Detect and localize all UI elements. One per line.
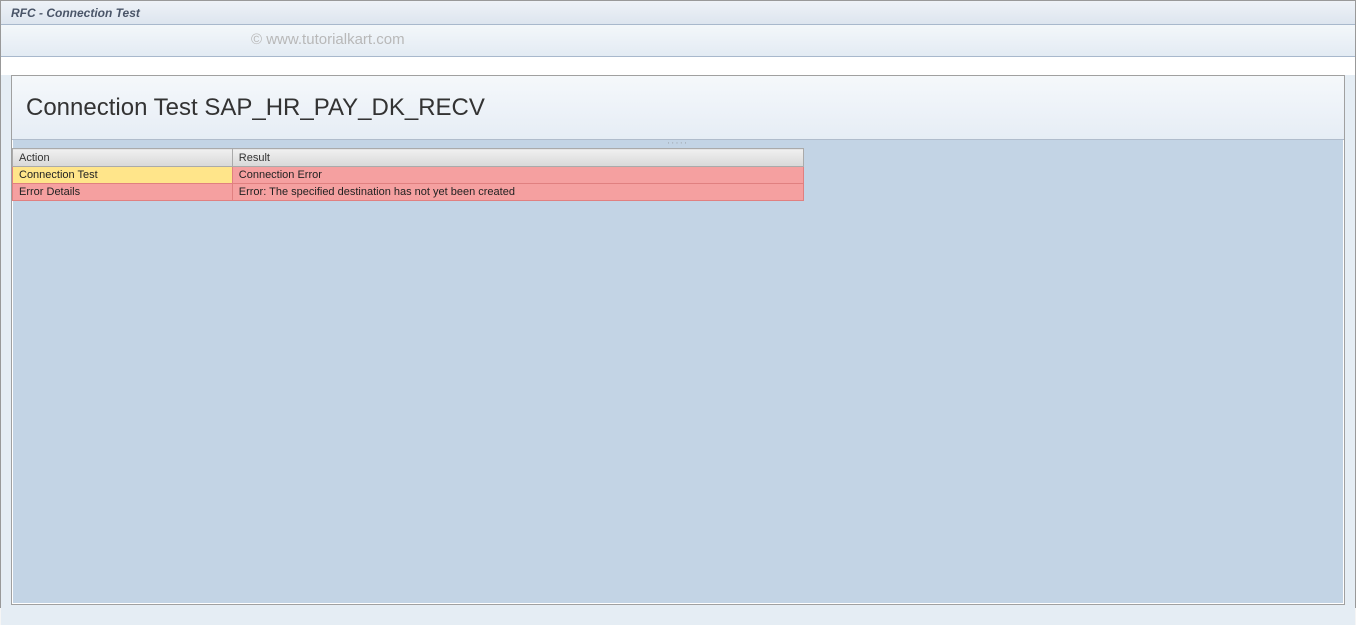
title-bar: RFC - Connection Test	[1, 1, 1355, 25]
panel-header: Connection Test SAP_HR_PAY_DK_RECV	[12, 76, 1344, 140]
app-window: RFC - Connection Test © www.tutorialkart…	[0, 0, 1356, 608]
cell-result: Error: The specified destination has not…	[232, 184, 803, 201]
panel-heading: Connection Test SAP_HR_PAY_DK_RECV	[26, 94, 485, 122]
cell-action: Connection Test	[13, 167, 233, 184]
watermark-text: © www.tutorialkart.com	[251, 31, 405, 48]
splitter-handle[interactable]: ∙∙∙∙∙	[12, 140, 1344, 148]
cell-action: Error Details	[13, 184, 233, 201]
cell-result: Connection Error	[232, 167, 803, 184]
header-result[interactable]: Result	[232, 149, 803, 167]
table-row[interactable]: Error Details Error: The specified desti…	[13, 184, 804, 201]
toolbar: © www.tutorialkart.com	[1, 25, 1355, 57]
header-action[interactable]: Action	[13, 149, 233, 167]
main-panel: Connection Test SAP_HR_PAY_DK_RECV ∙∙∙∙∙…	[11, 75, 1345, 605]
table-header-row: Action Result	[13, 149, 804, 167]
content-area: Connection Test SAP_HR_PAY_DK_RECV ∙∙∙∙∙…	[1, 75, 1355, 625]
table-row[interactable]: Connection Test Connection Error	[13, 167, 804, 184]
window-title: RFC - Connection Test	[11, 6, 140, 20]
result-table: Action Result Connection Test Connection…	[12, 148, 804, 201]
